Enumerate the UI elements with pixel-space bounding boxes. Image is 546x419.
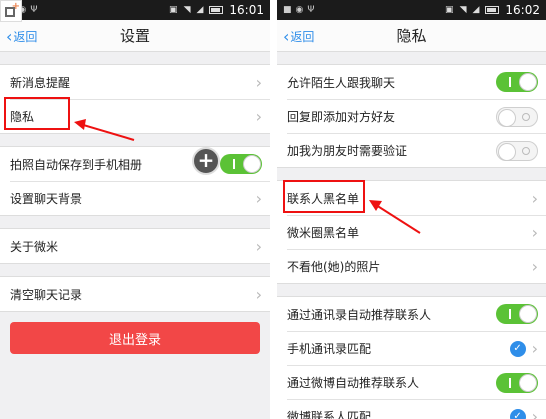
watermark-logo: + xyxy=(0,0,22,22)
annotation-arrow-blacklist xyxy=(369,200,421,234)
privacy-screen: ■ ◉ Ψ ▣ ◥ ◢ 16:02 ‹ 返回 隐私 允许陌生人跟我聊天 回复即添加对方… xyxy=(277,0,546,419)
settings-screen: ■◉Ψ ▣ ◥ ◢ 16:01 ‹返回 设置 新消息提醒› 隐私› 拍照自动保存… xyxy=(0,0,270,419)
plus-circle-icon[interactable]: + xyxy=(192,147,220,175)
arrow-shaft xyxy=(79,123,135,141)
annotation-arrow-privacy xyxy=(74,119,135,141)
arrow-shaft xyxy=(375,204,421,234)
screenshot-stage: ■◉Ψ ▣ ◥ ◢ 16:01 ‹返回 设置 新消息提醒› 隐私› 拍照自动保存… xyxy=(0,0,546,419)
arrow-head xyxy=(369,200,382,211)
arrow-head xyxy=(74,119,86,130)
logo-plus: + xyxy=(11,1,20,12)
